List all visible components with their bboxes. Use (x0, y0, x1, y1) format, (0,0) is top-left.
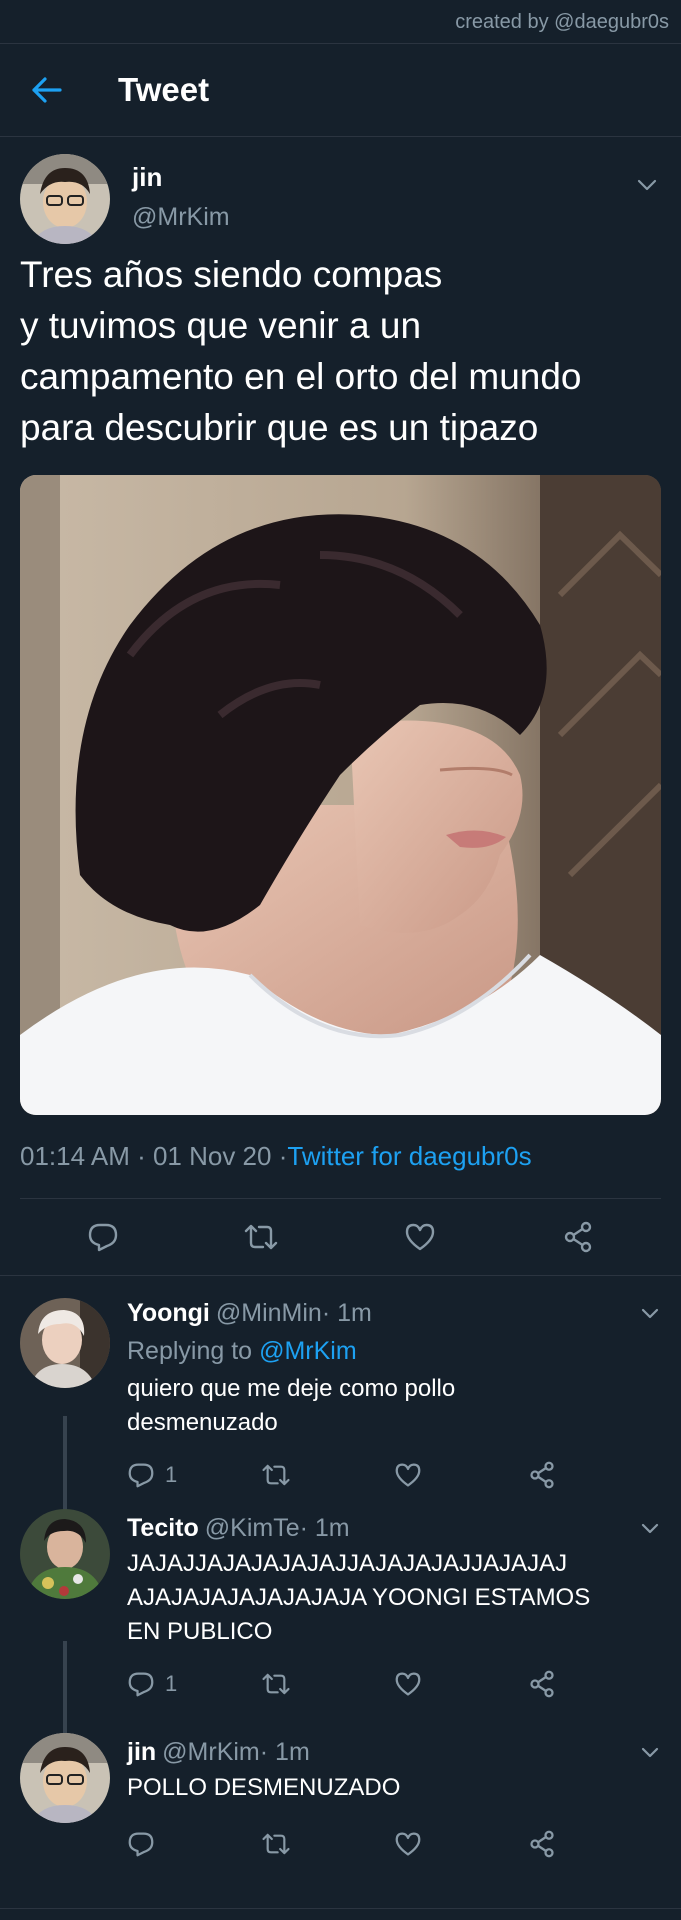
reply-icon[interactable] (127, 1831, 261, 1857)
retweet-icon[interactable] (261, 1672, 395, 1696)
reply-text: quiero que me deje como pollo desmenuzad… (127, 1375, 456, 1436)
reply-tweet[interactable]: jin @MrKim · 1m POLLO DESMENUZADO (0, 1733, 681, 1863)
like-icon[interactable] (394, 1671, 528, 1697)
reply-actions: 1 (127, 1440, 661, 1510)
reply-button[interactable]: 1 (127, 1462, 261, 1488)
retweet-icon[interactable] (261, 1463, 395, 1487)
avatar[interactable] (20, 154, 110, 244)
replying-to-mention[interactable]: @MrKim (259, 1337, 357, 1366)
author-name[interactable]: jin (132, 162, 230, 193)
reply-count: 1 (165, 1671, 178, 1696)
share-icon[interactable] (528, 1461, 662, 1489)
like-icon[interactable] (394, 1462, 528, 1488)
reply-author-handle[interactable]: @MrKim (162, 1738, 260, 1767)
credit-text: created by @daegubr0s (0, 0, 681, 44)
like-icon[interactable] (390, 1212, 450, 1262)
reply-header: Tecito @KimTe · 1m (127, 1509, 661, 1547)
author-handle[interactable]: @MrKim (132, 203, 230, 232)
back-arrow-icon[interactable] (24, 67, 70, 113)
reply-time: · 1m (259, 1737, 310, 1766)
chevron-down-icon[interactable] (637, 1515, 663, 1541)
top-bar: Tweet (0, 44, 681, 137)
tweet-actions (0, 1199, 681, 1276)
reply-actions: 1 (127, 1649, 661, 1719)
reply-author-handle[interactable]: @KimTe (205, 1514, 300, 1543)
tweet-timestamp: 01:14 AM · 01 Nov 20 · (20, 1141, 288, 1171)
tweet-text: Tres años siendo compas y tuvimos que ve… (20, 254, 582, 448)
reply-header: jin @MrKim · 1m (127, 1733, 661, 1771)
reply-icon[interactable] (73, 1212, 133, 1262)
tweet-photo[interactable] (20, 475, 661, 1115)
reply-author-name[interactable]: Tecito (127, 1514, 199, 1543)
avatar[interactable] (20, 1509, 110, 1599)
page-title: Tweet (118, 71, 210, 108)
tweet-meta: 01:14 AM · 01 Nov 20 · Twitter for daegu… (20, 1115, 661, 1199)
tweet-source-link[interactable]: Twitter for daegubr0s (287, 1141, 531, 1172)
reply-button[interactable]: 1 (127, 1671, 261, 1697)
retweet-icon[interactable] (261, 1832, 395, 1856)
reply-icon (128, 1672, 154, 1697)
share-icon[interactable] (548, 1212, 608, 1262)
replying-to: Replying to @MrKim (127, 1332, 661, 1370)
reply-time: · 1m (321, 1298, 372, 1327)
retweet-icon[interactable] (231, 1212, 291, 1262)
avatar[interactable] (20, 1733, 110, 1823)
reply-time: · 1m (299, 1513, 350, 1542)
main-tweet: jin @MrKim Tres años siendo compas y tuv… (0, 137, 681, 1276)
divider (0, 1908, 681, 1909)
replying-to-label: Replying to (127, 1336, 253, 1365)
tweet-author: jin @MrKim (20, 137, 661, 247)
share-icon[interactable] (528, 1830, 662, 1858)
reply-text: JAJAJJAJAJAJAJAJJAJAJAJAJJAJAJAJ AJAJAJA… (127, 1550, 591, 1645)
reply-text: POLLO DESMENUZADO (127, 1774, 401, 1801)
reply-author-name[interactable]: jin (127, 1738, 156, 1767)
reply-header: Yoongi @MinMin · 1m (127, 1294, 661, 1332)
share-icon[interactable] (528, 1670, 662, 1698)
reply-actions (127, 1809, 661, 1879)
reply-tweet[interactable]: Yoongi @MinMin · 1m Replying to @MrKim q… (0, 1294, 681, 1497)
avatar[interactable] (20, 1298, 110, 1388)
reply-author-name[interactable]: Yoongi (127, 1299, 210, 1328)
chevron-down-icon[interactable] (633, 171, 661, 199)
chevron-down-icon[interactable] (637, 1300, 663, 1326)
chevron-down-icon[interactable] (637, 1739, 663, 1765)
reply-tweet[interactable]: Tecito @KimTe · 1m JAJAJJAJAJAJAJAJJAJAJ… (0, 1509, 681, 1721)
reply-icon (128, 1463, 154, 1488)
reply-author-handle[interactable]: @MinMin (216, 1299, 322, 1328)
reply-count: 1 (165, 1462, 178, 1487)
like-icon[interactable] (394, 1831, 528, 1857)
